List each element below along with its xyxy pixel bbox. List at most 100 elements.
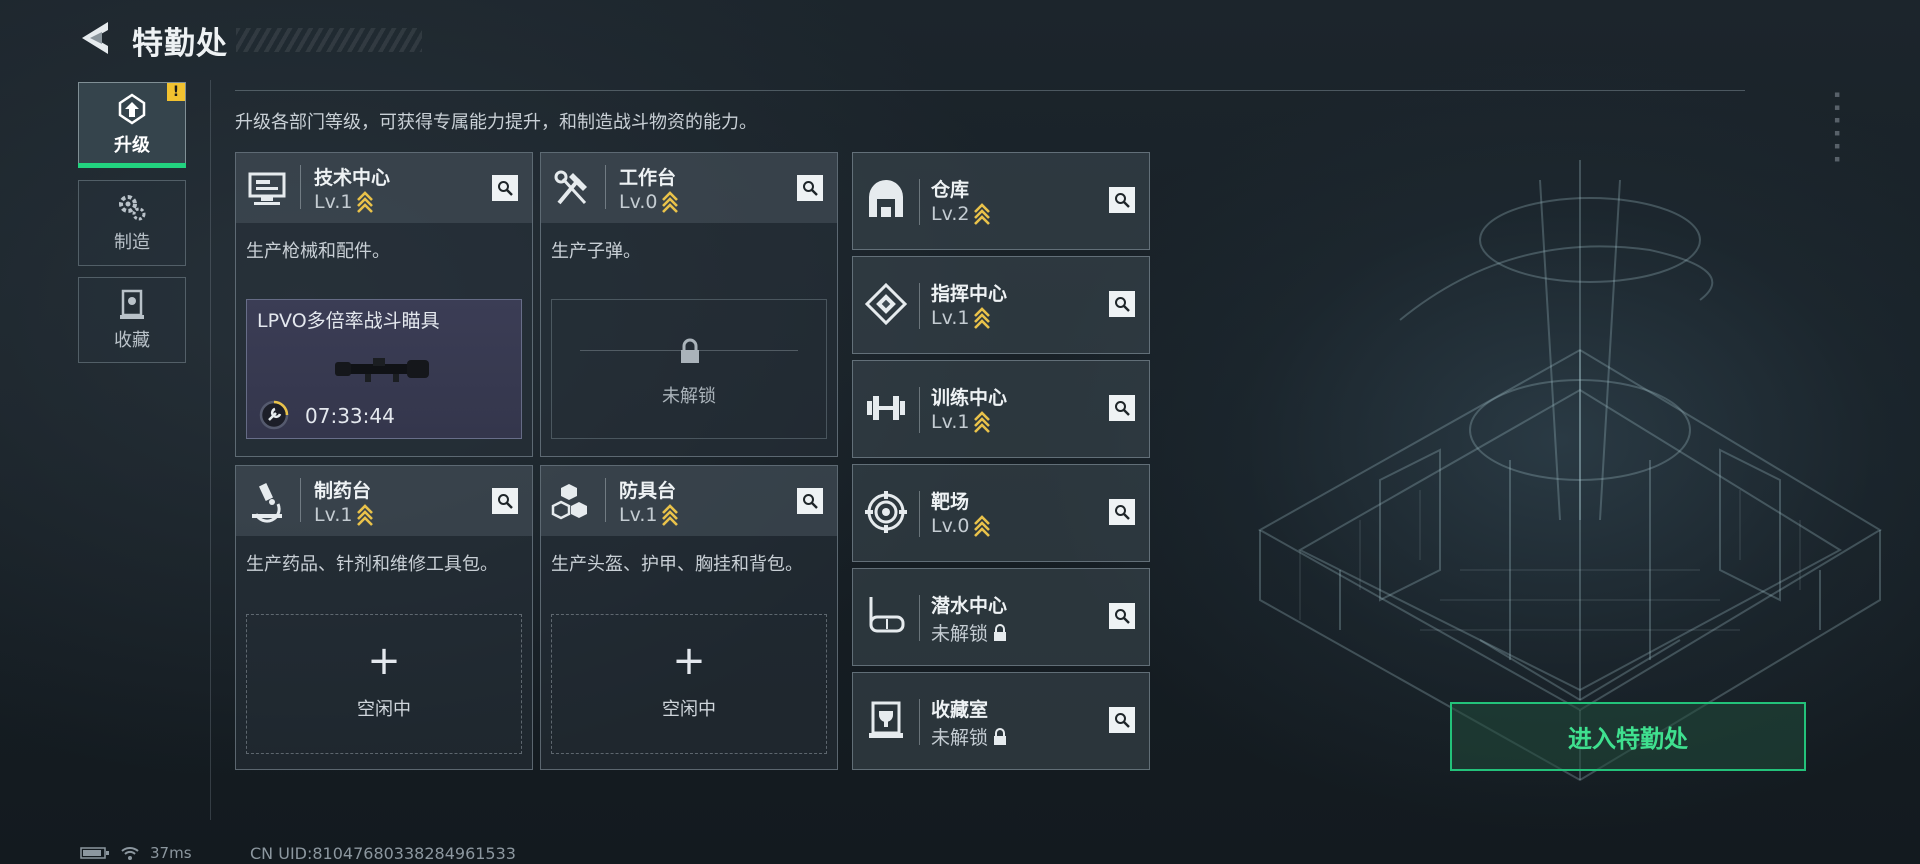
search-icon: [803, 181, 818, 196]
dept-level: 未解锁: [931, 623, 989, 645]
trophy-case-icon: [869, 701, 903, 738]
locked-text: 未解锁: [662, 386, 716, 407]
dept-description: 生产头盔、护甲、胸挂和背包。: [551, 554, 803, 575]
lock-icon: [994, 623, 1007, 641]
monitor-icon: [248, 172, 286, 205]
tab-manufacture-label: 制造: [114, 232, 150, 253]
dept-description: 生产枪械和配件。: [246, 241, 390, 262]
search-button[interactable]: [1109, 187, 1135, 213]
search-button[interactable]: [492, 175, 518, 201]
command-icon: [864, 282, 908, 326]
armor-boxes-icon: [551, 484, 587, 520]
search-icon: [1115, 713, 1130, 728]
upgrade-icon: [118, 93, 146, 125]
dept-level: Lv.0: [931, 515, 970, 537]
microscope-icon: [252, 483, 282, 523]
dept-level: Lv.2: [931, 203, 970, 225]
dept-card-warehouse[interactable]: 仓库 Lv.2: [852, 152, 1150, 250]
rank-chevron-icon: [974, 307, 991, 329]
search-icon: [1115, 193, 1130, 208]
dept-name: 技术中心: [314, 167, 391, 189]
search-button[interactable]: [797, 488, 823, 514]
dept-card-workbench[interactable]: 工作台 Lv.0 生产子弹。 未解锁: [540, 152, 838, 457]
rifle-scope-image: [335, 358, 429, 382]
page-title: 特勤处: [132, 26, 228, 62]
intro-text: 升级各部门等级，可获得专属能力提升，和制造战斗物资的能力。: [235, 112, 757, 133]
search-button[interactable]: [492, 488, 518, 514]
tab-collection[interactable]: 收藏: [78, 277, 186, 363]
tab-collection-label: 收藏: [114, 330, 150, 351]
plus-icon: +: [367, 638, 401, 684]
production-timer: 07:33:44: [305, 404, 395, 428]
decorative-readout: ▪ ▪ ▪ ▪ ▪ ▪: [1832, 90, 1842, 165]
warehouse-icon: [869, 180, 903, 217]
tab-manufacture[interactable]: 制造: [78, 180, 186, 266]
search-icon: [1115, 609, 1130, 624]
idle-slot[interactable]: + 空闲中: [551, 614, 827, 754]
search-button[interactable]: [1109, 499, 1135, 525]
search-button[interactable]: [1109, 707, 1135, 733]
dept-card-trophy-room[interactable]: 收藏室 未解锁: [852, 672, 1150, 770]
card-header: 防具台 Lv.1: [541, 466, 837, 536]
idle-text: 空闲中: [662, 699, 716, 720]
dept-name: 制药台: [314, 480, 372, 502]
dept-name: 防具台: [619, 480, 677, 502]
rank-chevron-icon: [357, 191, 374, 213]
header-separator: [919, 699, 920, 745]
production-slot[interactable]: LPVO多倍率战斗瞄具 07:33:44: [246, 299, 522, 439]
dept-name: 指挥中心: [931, 283, 1008, 305]
dept-level: Lv.1: [314, 504, 353, 526]
tab-upgrade[interactable]: ! 升级: [78, 82, 186, 168]
dept-card-shooting-range[interactable]: 靶场 Lv.0: [852, 464, 1150, 562]
rank-chevron-icon: [662, 191, 679, 213]
header-separator: [919, 179, 920, 225]
header-separator: [919, 595, 920, 641]
target-icon: [865, 491, 907, 533]
dept-level: Lv.1: [314, 191, 353, 213]
gears-icon: [119, 195, 146, 221]
search-button[interactable]: [1109, 291, 1135, 317]
dumbbell-icon: [867, 396, 905, 420]
card-header: 工作台 Lv.0: [541, 153, 837, 223]
search-button[interactable]: [797, 175, 823, 201]
enter-special-ops-button[interactable]: 进入特勤处: [1450, 702, 1806, 771]
rank-chevron-icon: [662, 504, 679, 526]
dept-name: 靶场: [931, 491, 970, 513]
lock-icon: [994, 727, 1007, 745]
search-icon: [1115, 297, 1130, 312]
nav-divider: [210, 80, 211, 820]
dept-name: 训练中心: [931, 387, 1008, 409]
title-decoration: [236, 28, 422, 52]
battery-icon: [80, 847, 109, 859]
rank-chevron-icon: [974, 411, 991, 433]
search-button[interactable]: [1109, 603, 1135, 629]
header-separator: [605, 165, 606, 209]
back-arrow-icon[interactable]: [78, 20, 112, 56]
lock-icon: [681, 338, 699, 363]
dept-card-armor-bench[interactable]: 防具台 Lv.1 生产头盔、护甲、胸挂和背包。 + 空闲中: [540, 465, 838, 770]
dept-card-training-center[interactable]: 训练中心 Lv.1: [852, 360, 1150, 458]
collection-icon: [120, 289, 144, 319]
dept-card-tech-center[interactable]: 技术中心 Lv.1 生产枪械和配件。 LPVO多倍率战斗瞄具 07:33:44: [235, 152, 533, 457]
idle-slot[interactable]: + 空闲中: [246, 614, 522, 754]
header-separator: [605, 478, 606, 522]
tab-upgrade-label: 升级: [114, 135, 150, 156]
ping-readout: 37ms: [150, 844, 192, 862]
wifi-icon: [121, 847, 139, 860]
search-icon: [1115, 505, 1130, 520]
search-button[interactable]: [1109, 395, 1135, 421]
dept-level: 未解锁: [931, 727, 989, 749]
dept-name: 潜水中心: [931, 595, 1008, 617]
header-separator: [919, 491, 920, 537]
dept-card-pharmacy[interactable]: 制药台 Lv.1 生产药品、针剂和维修工具包。 + 空闲中: [235, 465, 533, 770]
alert-badge: !: [167, 83, 185, 101]
diving-mask-icon: [869, 597, 905, 633]
search-icon: [498, 494, 513, 509]
dept-level: Lv.1: [619, 504, 658, 526]
plus-icon: +: [672, 638, 706, 684]
rank-chevron-icon: [974, 203, 991, 225]
dept-card-command-center[interactable]: 指挥中心 Lv.1: [852, 256, 1150, 354]
header-separator: [919, 283, 920, 329]
dept-card-diving-center[interactable]: 潜水中心 未解锁: [852, 568, 1150, 666]
player-uid: CN UID:810476803382849615​33: [250, 844, 516, 863]
